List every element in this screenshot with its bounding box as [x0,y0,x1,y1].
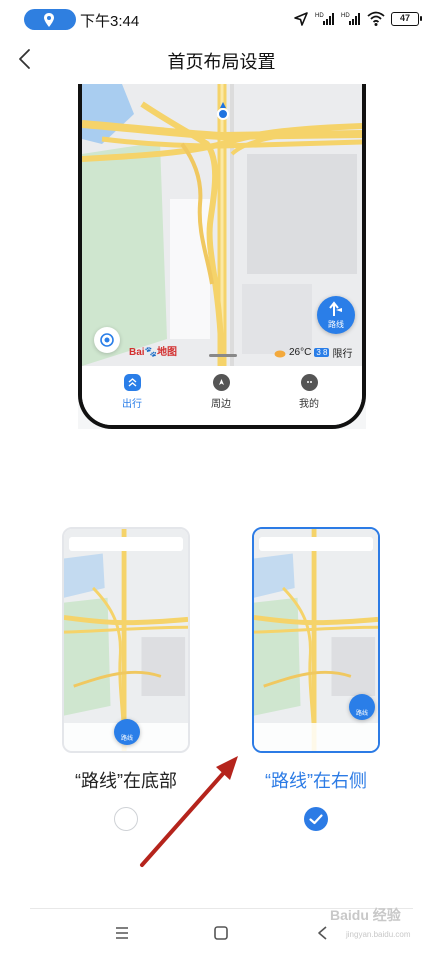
home-button[interactable] [208,920,234,946]
travel-icon[interactable] [123,374,141,391]
signal-icon-2: HD [341,13,360,25]
tab-bar: 出行 周边 我的 [82,366,362,425]
mini-search-bar-left [69,537,183,551]
watermark: Baidu 经验 [330,907,401,923]
mini-route-button-left: 路线 [114,719,140,745]
menu-button[interactable] [109,920,135,946]
header: 首页布局设置 [0,40,443,80]
locate-icon[interactable] [94,327,120,353]
check-icon[interactable] [304,807,328,831]
location-pin-icon [44,13,54,27]
svg-text:HD: HD [315,13,324,19]
weather-cloud-icon [274,350,286,357]
limit-badge: 3 8 [314,348,330,357]
battery-icon: 47 [391,12,422,26]
radio-route-bottom[interactable] [114,807,138,831]
locate-button[interactable] [94,327,120,353]
mini-tabbar-right [254,723,378,751]
tab-nearby[interactable]: 周边 [191,374,251,410]
status-icons: HD HD 47 [293,10,422,28]
option-label-bottom[interactable]: “路线”在底部 [26,767,226,793]
route-arrow-icon[interactable] [317,296,355,320]
tab-travel-label[interactable]: 出行 [102,395,162,410]
mini-search-bar-right [259,537,373,551]
status-time: 下午3:44 [80,13,140,30]
limit-text: 限行 [332,349,353,360]
wifi-icon [367,11,385,26]
baidu-map-logo: Bai🐾地图 [129,347,178,358]
layout-preview: Bai🐾地图 26°C 3 8 限行 路线 出行 周边 我的 [78,84,366,429]
option-label-right[interactable]: “路线”在右侧 [216,767,416,793]
signal-icon: HD [315,13,334,25]
route-label[interactable]: 路线 [317,319,355,330]
page-title: 首页布局设置 [167,52,276,72]
route-button[interactable]: 路线 [317,296,355,334]
mini-route-button-right: 路线 [349,694,375,720]
navigation-arrow-icon [294,12,308,26]
tab-profile-label[interactable]: 我的 [279,395,339,410]
watermark-sub: jingyan.baidu.com [346,930,411,939]
option-route-bottom[interactable]: 路线 [62,527,190,753]
tab-travel[interactable]: 出行 [102,374,162,410]
tab-profile[interactable]: 我的 [279,374,339,410]
menu-icon[interactable] [109,920,135,946]
nearby-icon[interactable] [212,374,230,391]
drag-handle[interactable] [209,354,237,357]
tab-nearby-label[interactable]: 周边 [191,395,251,410]
mini-map-left [64,529,188,751]
location-pill [24,9,76,30]
option-route-right[interactable]: 路线 [252,527,380,753]
svg-text:HD: HD [341,13,350,19]
weather-info: 26°C 3 8 限行 [274,345,352,360]
home-square-icon[interactable] [208,920,234,946]
temperature: 26°C [289,347,312,358]
phone-frame: Bai🐾地图 26°C 3 8 限行 路线 出行 周边 我的 [78,84,366,429]
status-bar: 下午3:44 HD HD 47 [0,0,443,38]
profile-icon[interactable] [300,374,318,391]
radio-route-right[interactable] [304,807,328,831]
